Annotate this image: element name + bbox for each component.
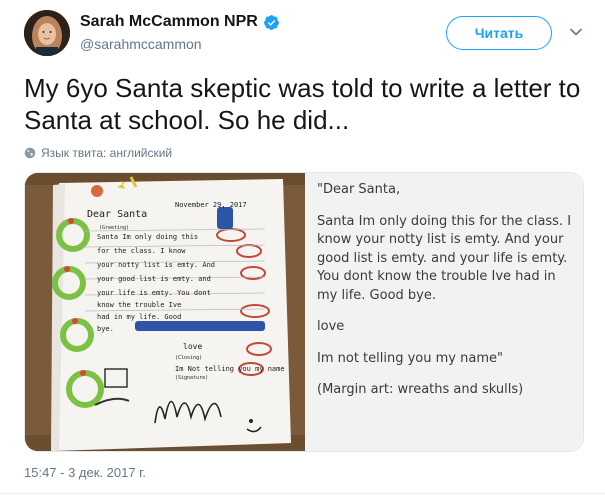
globe-icon [24, 147, 36, 159]
letter-photo[interactable]: Dear Santa November 29, 2017 (Greeting) … [25, 173, 305, 452]
letter-field-closing: (Closing) [175, 355, 202, 361]
tweet-header: Sarah McCammon NPR @sarahmccammon Читать [24, 10, 584, 60]
tweet-language-note: Язык твита: английский [24, 146, 172, 160]
letter-line-7: had in my life. Good [97, 313, 181, 321]
letter-transcript: "Dear Santa, Santa Im only doing this fo… [305, 173, 583, 451]
letter-line-1: Santa Im only doing this [97, 233, 198, 241]
tweet-media[interactable]: Dear Santa November 29, 2017 (Greeting) … [24, 172, 584, 452]
letter-date: November 29, 2017 [175, 201, 247, 209]
transcript-paragraph: "Dear Santa, [317, 182, 401, 197]
tweet-timestamp[interactable]: 15:47 - 3 дек. 2017 г. [24, 465, 146, 480]
author-display-name[interactable]: Sarah McCammon NPR [80, 13, 258, 31]
avatar-photo [24, 10, 70, 56]
tweet-text: My 6yo Santa skeptic was told to write a… [24, 73, 581, 135]
transcript-paragraph: Santa Im only doing this for the class. … [317, 213, 572, 303]
letter-signature: Im Not telling you my name [175, 365, 285, 373]
divider [0, 493, 605, 494]
chevron-down-icon[interactable] [568, 24, 584, 40]
letter-line-6: know the trouble Ive [97, 301, 181, 309]
author-handle[interactable]: @sarahmccammon [80, 36, 202, 52]
transcript-paragraph: (Margin art: wreaths and skulls) [317, 382, 524, 397]
letter-line-3: your notty list is emty. And [97, 261, 215, 269]
letter-field-signature: (Signature) [175, 375, 208, 381]
letter-line-2: for the class. I know [97, 247, 186, 255]
author-name-row: Sarah McCammon NPR [80, 13, 280, 31]
verified-badge-icon [263, 14, 279, 30]
follow-button[interactable]: Читать [446, 16, 552, 50]
letter-line-4: your good list is emty. and [97, 275, 211, 283]
letter-greeting: Dear Santa [87, 209, 147, 220]
letter-line-5: your life is emty. You dont [97, 289, 211, 297]
transcript-paragraph: Im not telling you my name" [317, 350, 503, 366]
avatar[interactable] [24, 10, 70, 56]
letter-field-greeting: (Greeting) [99, 225, 129, 231]
letter-closing: love [183, 342, 202, 351]
transcript-paragraph: love [317, 319, 345, 334]
language-note-text: Язык твита: английский [41, 146, 173, 160]
letter-line-8: bye. [97, 325, 114, 333]
